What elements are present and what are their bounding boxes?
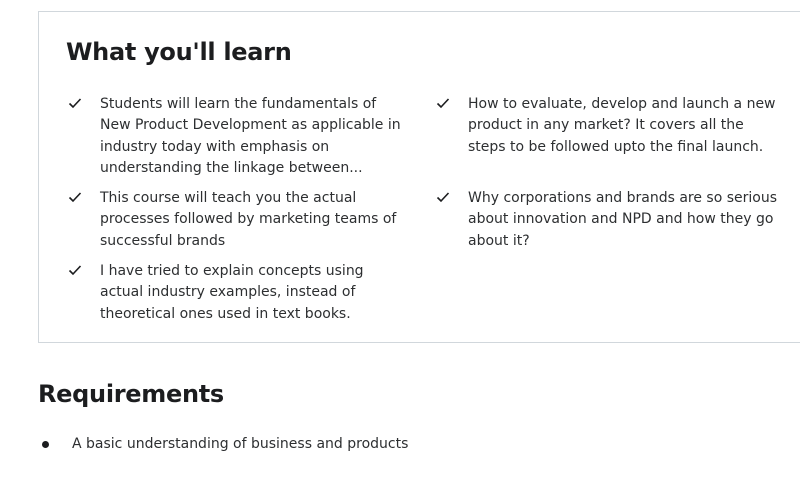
learn-section-title: What you'll learn — [66, 38, 292, 66]
learn-item-text: Why corporations and brands are so serio… — [468, 190, 778, 249]
check-icon — [68, 192, 82, 203]
learn-item-text: This course will teach you the actual pr… — [100, 190, 397, 249]
check-icon — [68, 265, 82, 276]
requirement-list-item: A basic understanding of business and pr… — [42, 434, 742, 456]
requirement-text: A basic understanding of business and pr… — [72, 436, 409, 452]
check-icon — [68, 98, 82, 109]
check-icon — [436, 192, 450, 203]
what-you-will-learn-section: What you'll learn Students will learn th… — [38, 11, 800, 343]
learn-item-text: How to evaluate, develop and launch a ne… — [468, 96, 776, 155]
check-icon — [436, 98, 450, 109]
requirements-title: Requirements — [38, 380, 224, 408]
learn-item-text: Students will learn the fundamentals of … — [100, 96, 401, 176]
bullet-icon — [42, 441, 49, 448]
learn-item-text: I have tried to explain concepts using a… — [100, 263, 364, 322]
